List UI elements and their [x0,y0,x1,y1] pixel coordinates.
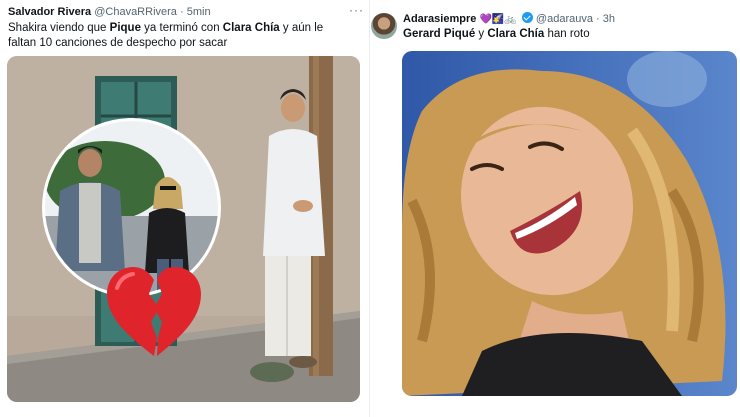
woman-laughing-photo[interactable] [402,51,737,396]
timestamp[interactable]: 3h [603,13,615,25]
display-name[interactable]: Adarasiempre [403,13,476,25]
tweet-header: Salvador Rivera @ChavaRRivera · 5min [8,5,211,19]
mention-gerard-pique: Gerard Piqué [403,28,476,40]
verified-badge-icon [521,12,533,23]
tweet-text: Gerard Piqué y Clara Chía han roto [403,28,590,40]
screenshot-collage: Salvador Rivera @ChavaRRivera · 5min ···… [0,0,740,417]
mention-pique: Pique [109,22,141,34]
timestamp[interactable]: 5min [187,6,211,18]
display-name[interactable]: Salvador Rivera [8,6,91,18]
handle[interactable]: @adarauva [536,13,593,25]
more-options-icon[interactable]: ··· [349,3,364,17]
tweet-header: Adarasiempre 💜🌠🚲 @adarauva · 3h [403,12,615,27]
tweet-media-photo[interactable] [7,56,360,402]
tweet-text: Shakira viendo que Pique ya terminó con … [8,22,324,49]
mention-clara-chia: Clara Chía [222,22,280,34]
name-emojis: 💜🌠🚲 [479,14,517,25]
mention-clara-chia: Clara Chía [487,28,545,40]
tweet-adarasiempre[interactable]: Adarasiempre 💜🌠🚲 @adarauva · 3h Gerard P… [370,0,740,417]
tweet-salvador-rivera[interactable]: Salvador Rivera @ChavaRRivera · 5min ···… [0,0,369,417]
separator: · [596,13,600,25]
avatar[interactable] [371,13,397,39]
handle[interactable]: @ChavaRRivera [94,6,177,18]
separator: · [179,6,184,18]
broken-heart-emoji [107,267,201,356]
